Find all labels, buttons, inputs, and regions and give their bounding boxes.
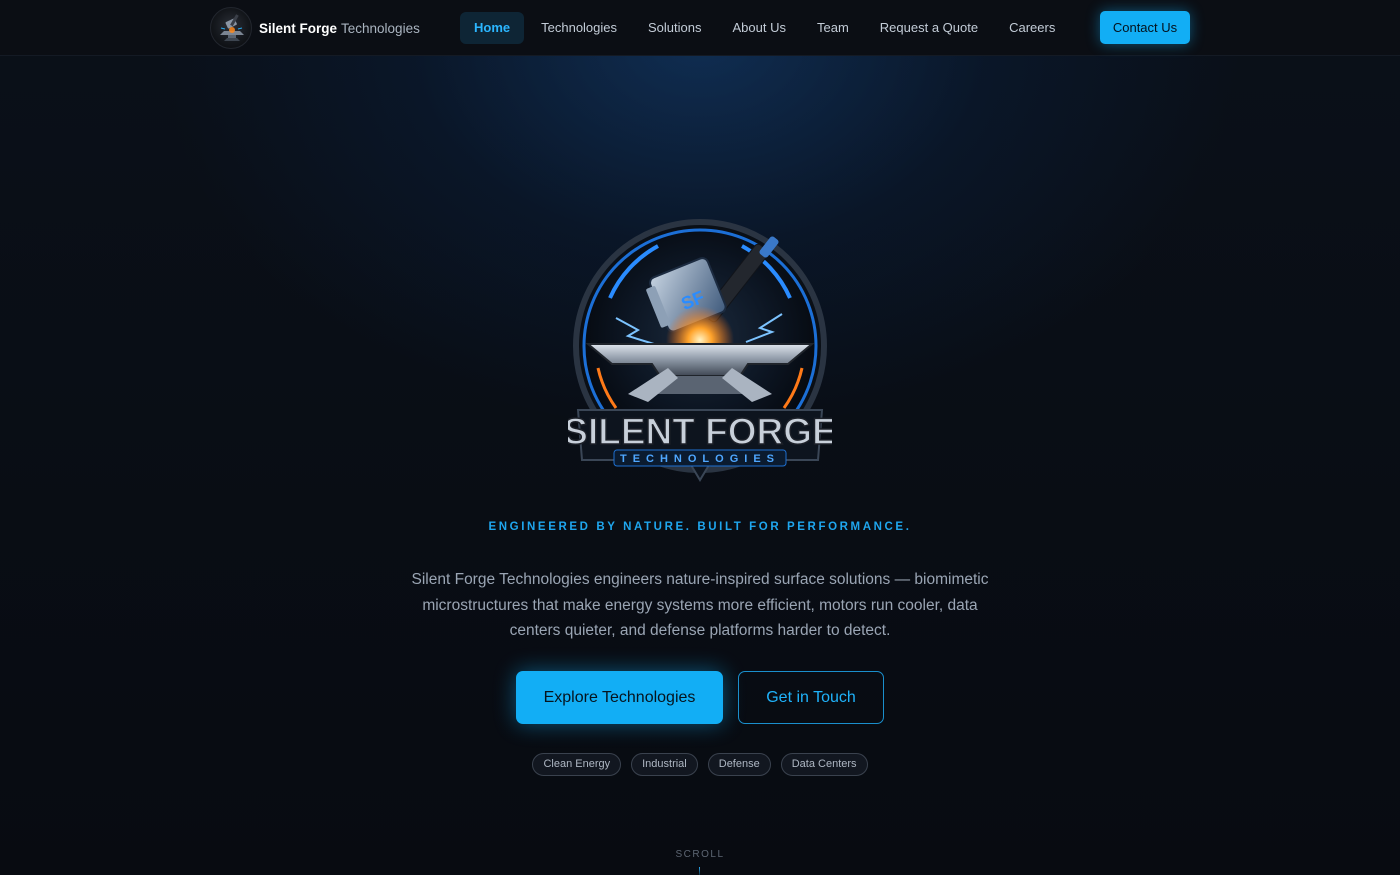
tag-clean-energy: Clean Energy [532, 753, 622, 776]
get-in-touch-button[interactable]: Get in Touch [738, 671, 884, 724]
explore-technologies-button[interactable]: Explore Technologies [516, 671, 723, 724]
scroll-indicator-line [699, 867, 700, 875]
hero-tagline: ENGINEERED BY NATURE. BUILT FOR PERFORMA… [488, 521, 912, 533]
anvil-hammer-emblem-icon: SF SILENT FORGE TECHNOLOGIES [563, 219, 837, 482]
nav-item-solutions[interactable]: Solutions [634, 12, 715, 44]
nav-item-team[interactable]: Team [803, 12, 863, 44]
sector-tags: Clean Energy Industrial Defense Data Cen… [0, 753, 1400, 776]
tag-defense: Defense [707, 753, 771, 776]
top-navigation: Silent Forge Technologies Home Technologi… [0, 0, 1400, 56]
tag-industrial: Industrial [631, 753, 698, 776]
brand-logo-icon [210, 7, 252, 49]
nav-links: Home Technologies Solutions About Us Tea… [460, 12, 1072, 44]
nav-item-technologies[interactable]: Technologies [527, 12, 631, 44]
tag-data-centers: Data Centers [780, 753, 868, 776]
hero-logo-emblem: SF SILENT FORGE TECHNOLOGIES [563, 218, 837, 484]
brand-name: Silent Forge [259, 20, 338, 36]
nav-item-request-quote[interactable]: Request a Quote [866, 12, 992, 44]
svg-text:TECHNOLOGIES: TECHNOLOGIES [620, 453, 780, 465]
brand[interactable]: Silent Forge Technologies [210, 7, 420, 49]
brand-suffix: Technologies [341, 20, 420, 36]
contact-us-button[interactable]: Contact Us [1100, 11, 1190, 44]
hero-description: Silent Forge Technologies engineers natu… [411, 571, 989, 639]
scroll-indicator-label: SCROLL [675, 849, 725, 860]
nav-item-careers[interactable]: Careers [995, 12, 1069, 44]
svg-text:SILENT FORGE: SILENT FORGE [568, 411, 832, 452]
nav-item-home[interactable]: Home [460, 12, 525, 44]
nav-item-about-us[interactable]: About Us [719, 12, 800, 44]
